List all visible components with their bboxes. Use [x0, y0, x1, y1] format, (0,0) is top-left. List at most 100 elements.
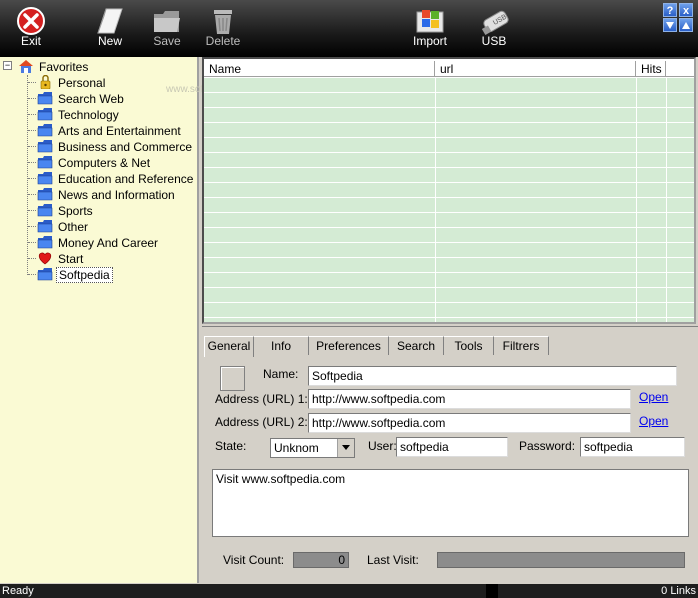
name-label: Name: — [263, 367, 299, 381]
tree-item-business-and-commerce[interactable]: Business and Commerce — [37, 138, 194, 154]
usb-button[interactable]: USB USB — [466, 4, 522, 54]
grid-body[interactable] — [204, 78, 694, 322]
url2-field[interactable]: http://www.softpedia.com — [308, 413, 631, 433]
tree-item-label: Technology — [58, 107, 119, 122]
tree-root-favorites[interactable]: Favorites — [18, 58, 90, 74]
tree-item-start[interactable]: Start — [37, 250, 85, 266]
visit-count-field: 0 — [293, 552, 349, 568]
folder-icon — [37, 267, 53, 281]
tree-item-news-and-information[interactable]: News and Information — [37, 186, 177, 202]
tree-item-education-and-reference[interactable]: Education and Reference — [37, 170, 195, 186]
tree-item-search-web[interactable]: Search Web — [37, 90, 126, 106]
folder-icon — [37, 171, 53, 185]
save-button[interactable]: Save — [139, 4, 195, 54]
tree-item-personal[interactable]: Personal — [37, 74, 107, 90]
grid-header: Name url Hits — [204, 61, 694, 77]
heart-icon — [38, 252, 52, 265]
tree-item-label: Computers & Net — [58, 155, 151, 170]
triangle-down-icon — [666, 22, 674, 29]
column-header-hits[interactable]: Hits — [636, 61, 666, 77]
notes-textarea[interactable]: Visit www.softpedia.com — [212, 469, 689, 537]
close-button[interactable]: x — [679, 3, 693, 17]
tree-item-label: Other — [58, 219, 89, 234]
lock-folder-icon — [40, 74, 51, 89]
tab-tools[interactable]: Tools — [444, 336, 494, 355]
url2-label: Address (URL) 2: — [215, 415, 308, 429]
open-url2-link[interactable]: Open — [639, 414, 668, 428]
tab-search[interactable]: Search — [389, 336, 444, 355]
tab-preferences[interactable]: Preferences — [309, 336, 389, 355]
column-header-name[interactable]: Name — [204, 61, 435, 77]
help-label: ? — [666, 5, 674, 17]
url1-field[interactable]: http://www.softpedia.com — [308, 389, 631, 409]
state-label: State: — [215, 439, 247, 453]
status-text: Ready — [2, 585, 34, 597]
folder-icon — [37, 155, 53, 169]
import-label: Import — [412, 34, 447, 48]
user-label: User: — [368, 439, 397, 453]
password-label: Password: — [519, 439, 576, 453]
status-grip — [486, 584, 498, 598]
toolbar: Exit New Save Delete Import USB USB ? x — [0, 0, 698, 57]
tree-item-sports[interactable]: Sports — [37, 202, 95, 218]
open-url1-link[interactable]: Open — [639, 390, 668, 404]
folder-icon — [37, 107, 53, 121]
user-field[interactable]: softpedia — [396, 437, 508, 457]
help-button[interactable]: ? — [663, 3, 677, 17]
favicon-swatch[interactable] — [220, 366, 245, 391]
tree-item-label: Search Web — [58, 91, 124, 106]
tree-item-computers-net[interactable]: Computers & Net — [37, 154, 152, 170]
last-visit-field — [437, 552, 685, 568]
column-header-url[interactable]: url — [435, 61, 636, 77]
pane-splitter[interactable] — [202, 326, 698, 332]
tree-item-label: Business and Commerce — [58, 139, 193, 154]
folder-icon — [37, 91, 53, 105]
delete-button[interactable]: Delete — [195, 4, 251, 54]
exit-icon — [17, 7, 45, 35]
tree-item-label: News and Information — [58, 187, 175, 202]
trash-icon — [214, 10, 232, 34]
tab-info[interactable]: Info — [254, 336, 309, 355]
tree-item-label: Education and Reference — [58, 171, 194, 186]
save-folder-icon — [154, 11, 180, 32]
close-label: x — [682, 5, 690, 17]
tree-item-softpedia[interactable]: Softpedia — [37, 266, 113, 283]
home-icon — [19, 59, 33, 73]
exit-label: Exit — [20, 34, 41, 48]
state-dropdown[interactable]: Unknom — [270, 438, 355, 458]
folder-icon — [37, 187, 53, 201]
dropdown-arrow[interactable] — [337, 439, 354, 457]
tree-collapse-toggle[interactable]: − — [3, 61, 12, 70]
triangle-up-icon — [682, 22, 690, 29]
status-bar: Ready 0 Links — [0, 584, 698, 598]
tree-item-label: Personal — [58, 75, 106, 90]
tree-item-label: Sports — [58, 203, 93, 218]
tree-item-label: Arts and Entertainment — [58, 123, 181, 138]
new-page-icon — [97, 8, 123, 34]
url1-label: Address (URL) 1: — [215, 392, 308, 406]
new-button[interactable]: New — [82, 4, 138, 54]
import-windows-icon — [416, 10, 444, 33]
usb-drive-icon: USB — [481, 10, 509, 36]
exit-button[interactable]: Exit — [3, 4, 59, 54]
tree-item-technology[interactable]: Technology — [37, 106, 121, 122]
tree-root-label: Favorites — [39, 59, 89, 74]
folder-icon — [37, 139, 53, 153]
layout-up-button[interactable] — [679, 18, 693, 32]
link-count: 0 Links — [661, 585, 696, 597]
tree-item-money-and-career[interactable]: Money And Career — [37, 234, 160, 250]
import-button[interactable]: Import — [402, 4, 458, 54]
tree-item-label: Softpedia — [56, 266, 113, 283]
password-field[interactable]: softpedia — [580, 437, 685, 457]
folder-icon — [37, 235, 53, 249]
chevron-down-icon — [342, 445, 350, 450]
tab-general[interactable]: General — [204, 336, 254, 357]
links-grid[interactable]: Name url Hits — [202, 57, 696, 324]
tree-item-other[interactable]: Other — [37, 218, 90, 234]
name-field[interactable]: Softpedia — [308, 366, 677, 386]
layout-down-button[interactable] — [663, 18, 677, 32]
state-value: Unknom — [274, 441, 319, 455]
tree-item-arts-and-entertainment[interactable]: Arts and Entertainment — [37, 122, 183, 138]
tab-filtrers[interactable]: Filtrers — [494, 336, 549, 355]
visit-count-label: Visit Count: — [223, 553, 285, 567]
